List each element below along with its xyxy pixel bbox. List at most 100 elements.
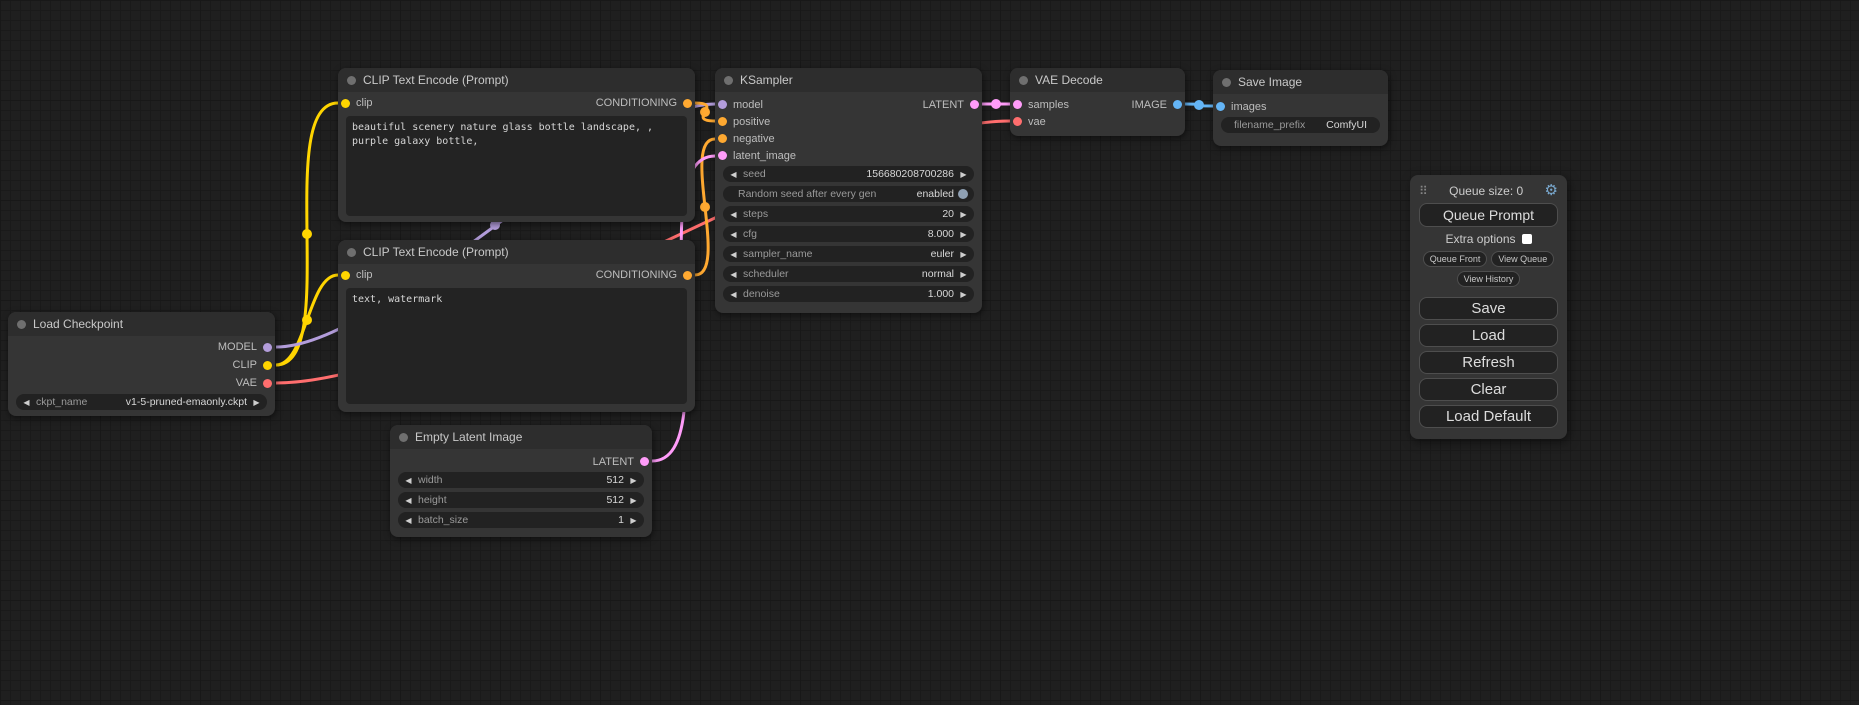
slot-row: negative: [715, 130, 982, 147]
wire-midpoint-dot: [991, 99, 1001, 109]
decrement-arrow-icon[interactable]: ◀: [728, 170, 739, 179]
increment-arrow-icon[interactable]: ▶: [958, 210, 969, 219]
decrement-arrow-icon[interactable]: ◀: [728, 290, 739, 299]
increment-arrow-icon[interactable]: ▶: [958, 250, 969, 259]
node-title-bar[interactable]: VAE Decode: [1010, 68, 1185, 92]
queue-front-button[interactable]: Queue Front: [1423, 251, 1488, 267]
input-slot-label: positive: [733, 116, 770, 128]
widget-steps[interactable]: ◀ steps 20 ▶: [723, 206, 974, 222]
load-button[interactable]: Load: [1419, 324, 1558, 347]
widget-width[interactable]: ◀ width 512 ▶: [398, 472, 644, 488]
node-graph-canvas[interactable]: Load Checkpoint MODEL CLIP VAE ◀ ckpt_na…: [0, 0, 1859, 705]
clear-button[interactable]: Clear: [1419, 378, 1558, 401]
node-title: VAE Decode: [1035, 73, 1103, 87]
widget-height[interactable]: ◀ height 512 ▶: [398, 492, 644, 508]
collapse-dot-icon[interactable]: [724, 76, 733, 85]
load-default-button[interactable]: Load Default: [1419, 405, 1558, 428]
increment-arrow-icon[interactable]: ▶: [628, 476, 639, 485]
input-slot-clip[interactable]: [341, 271, 350, 280]
output-slot-label: LATENT: [923, 99, 964, 111]
increment-arrow-icon[interactable]: ▶: [958, 170, 969, 179]
slot-row: images: [1213, 98, 1388, 115]
decrement-arrow-icon[interactable]: ◀: [403, 516, 414, 525]
widget-ckpt-name[interactable]: ◀ ckpt_name v1-5-pruned-emaonly.ckpt ▶: [16, 394, 267, 410]
decrement-arrow-icon[interactable]: ◀: [403, 496, 414, 505]
refresh-button[interactable]: Refresh: [1419, 351, 1558, 374]
slot-row: latent_image: [715, 147, 982, 164]
increment-arrow-icon[interactable]: ▶: [628, 496, 639, 505]
collapse-dot-icon[interactable]: [347, 248, 356, 257]
slot-row: VAE: [8, 374, 275, 392]
collapse-dot-icon[interactable]: [1019, 76, 1028, 85]
widget-random-seed-toggle[interactable]: Random seed after every gen enabled: [723, 186, 974, 202]
input-slot-label: samples: [1028, 99, 1069, 111]
output-slot-model[interactable]: [263, 343, 272, 352]
input-slot-latent-image[interactable]: [718, 151, 727, 160]
node-title: Empty Latent Image: [415, 430, 522, 444]
input-slot-negative[interactable]: [718, 134, 727, 143]
prompt-textarea[interactable]: text, watermark: [346, 288, 687, 404]
queue-prompt-button[interactable]: Queue Prompt: [1419, 203, 1558, 227]
slot-row: clip CONDITIONING: [338, 92, 695, 114]
increment-arrow-icon[interactable]: ▶: [958, 230, 969, 239]
input-slot-model[interactable]: [718, 100, 727, 109]
wire-midpoint-dot: [700, 107, 710, 117]
wire-midpoint-dot: [1194, 100, 1204, 110]
input-slot-positive[interactable]: [718, 117, 727, 126]
output-slot-label: CONDITIONING: [596, 269, 677, 281]
save-button[interactable]: Save: [1419, 297, 1558, 320]
settings-gear-icon[interactable]: ⚙: [1545, 183, 1558, 198]
collapse-dot-icon[interactable]: [347, 76, 356, 85]
widget-batch-size[interactable]: ◀ batch_size 1 ▶: [398, 512, 644, 528]
toggle-knob-icon[interactable]: [958, 189, 968, 199]
output-slot-label: VAE: [236, 377, 257, 389]
increment-arrow-icon[interactable]: ▶: [251, 398, 262, 407]
collapse-dot-icon[interactable]: [1222, 78, 1231, 87]
extra-options-label: Extra options: [1445, 232, 1515, 246]
increment-arrow-icon[interactable]: ▶: [958, 290, 969, 299]
decrement-arrow-icon[interactable]: ◀: [21, 398, 32, 407]
widget-sampler-name[interactable]: ◀ sampler_name euler ▶: [723, 246, 974, 262]
node-title-bar[interactable]: CLIP Text Encode (Prompt): [338, 68, 695, 92]
decrement-arrow-icon[interactable]: ◀: [728, 210, 739, 219]
queue-panel: ⠿ Queue size: 0 ⚙ Queue Prompt Extra opt…: [1410, 175, 1567, 439]
wire-midpoint-dot: [302, 229, 312, 239]
input-slot-images[interactable]: [1216, 102, 1225, 111]
input-slot-clip[interactable]: [341, 99, 350, 108]
output-slot-conditioning[interactable]: [683, 271, 692, 280]
increment-arrow-icon[interactable]: ▶: [628, 516, 639, 525]
output-slot-latent[interactable]: [640, 457, 649, 466]
widget-denoise[interactable]: ◀ denoise 1.000 ▶: [723, 286, 974, 302]
prompt-textarea[interactable]: beautiful scenery nature glass bottle la…: [346, 116, 687, 216]
collapse-dot-icon[interactable]: [17, 320, 26, 329]
output-slot-label: LATENT: [593, 456, 634, 468]
increment-arrow-icon[interactable]: ▶: [958, 270, 969, 279]
input-slot-samples[interactable]: [1013, 100, 1022, 109]
widget-filename-prefix[interactable]: filename_prefix ComfyUI: [1221, 117, 1380, 133]
decrement-arrow-icon[interactable]: ◀: [728, 230, 739, 239]
collapse-dot-icon[interactable]: [399, 433, 408, 442]
widget-cfg[interactable]: ◀ cfg 8.000 ▶: [723, 226, 974, 242]
output-slot-conditioning[interactable]: [683, 99, 692, 108]
node-title-bar[interactable]: Save Image: [1213, 70, 1388, 94]
output-slot-latent[interactable]: [970, 100, 979, 109]
drag-handle-icon[interactable]: ⠿: [1419, 185, 1428, 197]
decrement-arrow-icon[interactable]: ◀: [403, 476, 414, 485]
input-slot-vae[interactable]: [1013, 117, 1022, 126]
output-slot-image[interactable]: [1173, 100, 1182, 109]
node-title-bar[interactable]: Load Checkpoint: [8, 312, 275, 336]
input-slot-label: latent_image: [733, 150, 796, 162]
view-queue-button[interactable]: View Queue: [1491, 251, 1554, 267]
node-title-bar[interactable]: CLIP Text Encode (Prompt): [338, 240, 695, 264]
decrement-arrow-icon[interactable]: ◀: [728, 270, 739, 279]
view-history-button[interactable]: View History: [1457, 271, 1521, 287]
output-slot-vae[interactable]: [263, 379, 272, 388]
output-slot-clip[interactable]: [263, 361, 272, 370]
node-title-bar[interactable]: KSampler: [715, 68, 982, 92]
widget-seed[interactable]: ◀ seed 156680208700286 ▶: [723, 166, 974, 182]
extra-options-checkbox[interactable]: [1522, 234, 1532, 244]
node-title-bar[interactable]: Empty Latent Image: [390, 425, 652, 449]
widget-scheduler[interactable]: ◀ scheduler normal ▶: [723, 266, 974, 282]
decrement-arrow-icon[interactable]: ◀: [728, 250, 739, 259]
input-slot-label: vae: [1028, 116, 1046, 128]
